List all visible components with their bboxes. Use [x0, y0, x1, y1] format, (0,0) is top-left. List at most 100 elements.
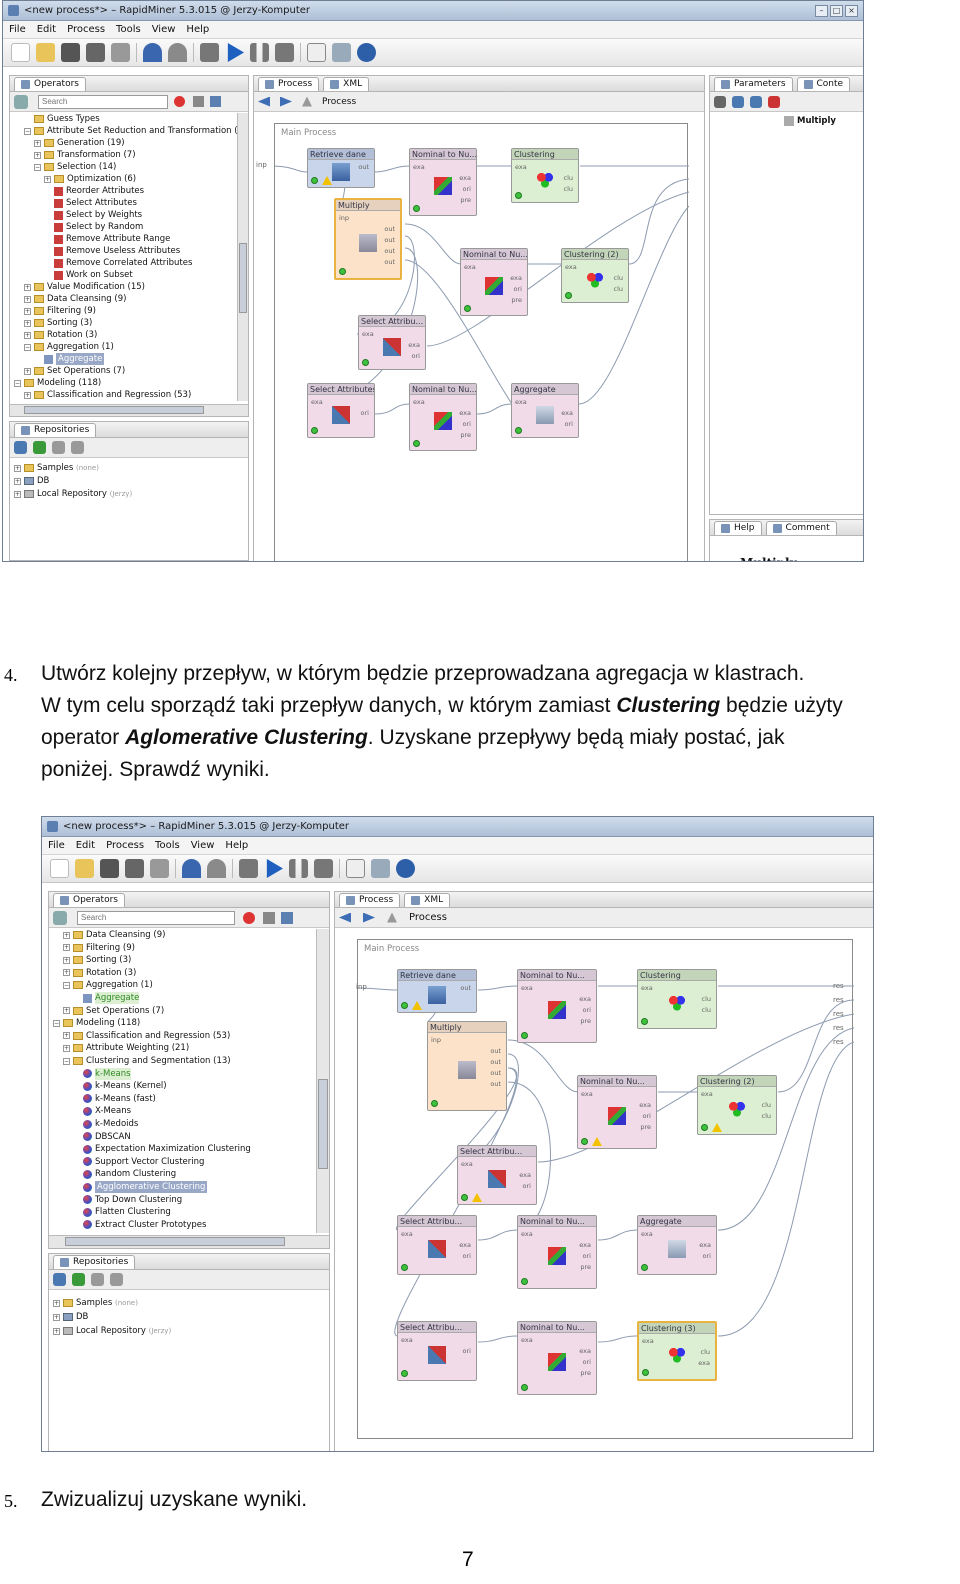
- expand-icon[interactable]: +: [63, 1007, 70, 1015]
- menu-file[interactable]: File: [9, 24, 26, 35]
- operator-box[interactable]: Select Attribu... exa exa ori: [358, 315, 426, 370]
- tab-process[interactable]: Process: [258, 76, 320, 91]
- redo-icon[interactable]: [207, 859, 226, 878]
- design-view-icon[interactable]: [346, 859, 365, 878]
- print-icon[interactable]: [150, 859, 169, 878]
- results-view-icon[interactable]: [371, 859, 390, 878]
- list-item[interactable]: + Local Repository (Jerzy): [14, 488, 132, 500]
- menu-view[interactable]: View: [191, 840, 215, 851]
- port-label[interactable]: out: [490, 1069, 501, 1077]
- expand-icon[interactable]: +: [63, 944, 70, 952]
- port-label[interactable]: ori: [583, 1358, 591, 1366]
- operator-box[interactable]: Multiply inp out out out out: [427, 1021, 507, 1111]
- expand-icon[interactable]: +: [63, 1044, 70, 1052]
- operator-box[interactable]: Nominal to Nu... exa exa ori pre: [409, 383, 477, 451]
- port-label[interactable]: clu: [701, 1348, 711, 1356]
- tree-item[interactable]: − Modeling (118): [14, 377, 101, 389]
- port-label[interactable]: pre: [580, 1369, 591, 1377]
- operator-box[interactable]: Retrieve dane out: [397, 969, 477, 1013]
- tree-item[interactable]: − Clustering and Segmentation (13): [63, 1055, 231, 1067]
- port-label[interactable]: ori: [361, 409, 369, 417]
- port-label[interactable]: clu: [614, 274, 624, 282]
- list-item[interactable]: + DB: [53, 1311, 88, 1323]
- result-port-label[interactable]: res: [833, 996, 844, 1004]
- run-icon[interactable]: [266, 859, 283, 878]
- tree-item[interactable]: + Set Operations (7): [63, 1005, 164, 1017]
- new-icon[interactable]: [11, 43, 30, 62]
- port-label[interactable]: exa: [461, 1160, 473, 1168]
- up-icon[interactable]: [387, 912, 397, 923]
- port-label[interactable]: pre: [580, 1017, 591, 1025]
- tree-item[interactable]: Guess Types: [34, 113, 100, 125]
- operator-box[interactable]: Select Attributes (2) exa ori: [307, 383, 375, 438]
- folder-icon[interactable]: [71, 441, 84, 454]
- port-label[interactable]: ori: [463, 420, 471, 428]
- tree-item[interactable]: k-Means (fast): [83, 1093, 156, 1105]
- tree-item[interactable]: Remove Correlated Attributes: [54, 257, 192, 269]
- tree-item[interactable]: Extract Cluster Prototypes: [83, 1219, 206, 1231]
- operator-box[interactable]: Select Attribu... exa exa ori: [457, 1145, 537, 1205]
- tree-item[interactable]: Remove Attribute Range: [54, 233, 170, 245]
- menu-help[interactable]: Help: [225, 840, 248, 851]
- port-label[interactable]: ori: [514, 285, 522, 293]
- tree-h-scrollbar[interactable]: [49, 1235, 329, 1248]
- operator-box[interactable]: Select Attribu... exa exa ori: [397, 1215, 477, 1275]
- tree-item[interactable]: + Filtering (9): [24, 305, 96, 317]
- expand-icon[interactable]: +: [24, 391, 31, 399]
- port-label[interactable]: exa: [581, 1090, 593, 1098]
- folder-icon[interactable]: [110, 1273, 123, 1286]
- menu-view[interactable]: View: [152, 24, 176, 35]
- operator-box[interactable]: Aggregate exa exa ori: [511, 383, 579, 438]
- port-label[interactable]: exa: [459, 409, 471, 417]
- run-icon[interactable]: [227, 43, 244, 62]
- tree-item[interactable]: k-Means: [83, 1067, 131, 1080]
- tree-item[interactable]: + Sorting (3): [24, 317, 92, 329]
- process-breadcrumb[interactable]: Process: [322, 97, 356, 107]
- tab-operators[interactable]: Operators: [53, 892, 125, 907]
- expand-icon[interactable]: +: [63, 969, 70, 977]
- info-icon[interactable]: [357, 43, 376, 62]
- operator-box[interactable]: Nominal to Nu... exa exa ori pre: [517, 1321, 597, 1395]
- tree-item[interactable]: Aggregate: [44, 353, 105, 365]
- result-port-label[interactable]: res: [833, 982, 844, 990]
- tree-scrollbar[interactable]: [237, 113, 248, 401]
- undo-icon[interactable]: [143, 43, 162, 62]
- clear-search-icon[interactable]: [174, 96, 185, 107]
- param-icon-2[interactable]: [732, 95, 744, 108]
- back-icon[interactable]: [339, 912, 351, 923]
- tree-item[interactable]: + Data Cleansing (9): [63, 929, 165, 941]
- import-icon[interactable]: [72, 1273, 85, 1286]
- port-label[interactable]: ori: [565, 420, 573, 428]
- tab-parameters[interactable]: Parameters: [714, 76, 793, 91]
- port-label[interactable]: exa: [701, 1090, 713, 1098]
- port-label[interactable]: out: [490, 1047, 501, 1055]
- tree-item[interactable]: DBSCAN: [83, 1131, 131, 1143]
- expand-icon[interactable]: +: [34, 151, 41, 159]
- operator-box[interactable]: Clustering exa clu clu: [637, 969, 717, 1029]
- expand-icon[interactable]: +: [24, 307, 31, 315]
- menu-tools[interactable]: Tools: [155, 840, 180, 851]
- wand-icon[interactable]: [14, 94, 28, 109]
- tree-item[interactable]: + Set Operations (7): [24, 365, 125, 377]
- operator-box[interactable]: Nominal to Nu... exa exa ori pre: [517, 1215, 597, 1289]
- port-label[interactable]: exa: [641, 1230, 653, 1238]
- tree-item[interactable]: Flatten Clustering: [83, 1206, 171, 1218]
- expand-icon[interactable]: +: [24, 367, 31, 375]
- port-label[interactable]: exa: [579, 1347, 591, 1355]
- tab-xml[interactable]: XML: [404, 892, 451, 907]
- clear-search-icon[interactable]: [243, 911, 255, 924]
- port-label[interactable]: exa: [521, 1230, 533, 1238]
- port-label[interactable]: inp: [431, 1036, 441, 1044]
- tree-item[interactable]: − Selection (14): [34, 161, 116, 173]
- menu-edit[interactable]: Edit: [76, 840, 95, 851]
- sort-icon[interactable]: [210, 96, 221, 107]
- menu-help[interactable]: Help: [186, 24, 209, 35]
- save-as-icon[interactable]: [125, 859, 144, 878]
- tree-item[interactable]: + Classification and Regression (53): [24, 389, 191, 401]
- tab-context[interactable]: Conte: [796, 76, 851, 91]
- expand-icon[interactable]: −: [24, 343, 31, 351]
- menu-tools[interactable]: Tools: [116, 24, 141, 35]
- menu-edit[interactable]: Edit: [37, 24, 56, 35]
- operator-box[interactable]: Nominal to Nu... exa exa ori pre: [460, 248, 528, 316]
- expand-icon[interactable]: +: [34, 139, 41, 147]
